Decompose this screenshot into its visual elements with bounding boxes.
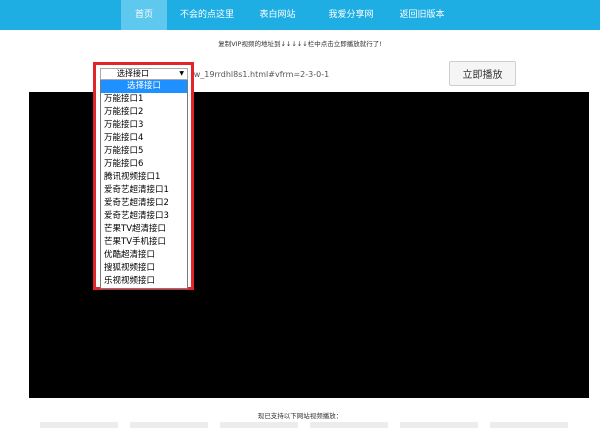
interface-options-list: 选择接口 万能接口1 万能接口2 万能接口3 万能接口4 万能接口5 万能接口6… <box>100 80 188 289</box>
supported-sites-strip <box>40 422 580 428</box>
nav-item-help[interactable]: 不会的点这里 <box>172 0 242 30</box>
nav-item-share[interactable]: 我爱分享网 <box>318 0 384 30</box>
option-sohu[interactable]: 搜狐视频接口 <box>101 262 187 275</box>
option-tencent-1[interactable]: 腾讯视频接口1 <box>101 171 187 184</box>
option-mango-hd[interactable]: 芒果TV超清接口 <box>101 223 187 236</box>
option-iqiyi-hd-3[interactable]: 爱奇艺超清接口3 <box>101 210 187 223</box>
option-mango-mobile[interactable]: 芒果TV手机接口 <box>101 236 187 249</box>
option-youku-hd[interactable]: 优酷超清接口 <box>101 249 187 262</box>
option-universal-6[interactable]: 万能接口6 <box>101 158 187 171</box>
option-iqiyi-hd-1[interactable]: 爱奇艺超清接口1 <box>101 184 187 197</box>
option-universal-5[interactable]: 万能接口5 <box>101 145 187 158</box>
supported-sites-label: 现已支持以下网站视频播放： <box>257 412 343 420</box>
option-universal-1[interactable]: 万能接口1 <box>101 93 187 106</box>
nav-item-confession[interactable]: 表白网站 <box>250 0 305 30</box>
top-navbar: 首页 不会的点这里 表白网站 我爱分享网 返回旧版本 <box>0 0 600 30</box>
option-letv[interactable]: 乐视视频接口 <box>101 275 187 288</box>
interface-select-value: 选择接口 <box>117 69 149 78</box>
option-select-interface[interactable]: 选择接口 <box>101 80 187 93</box>
nav-item-old-version[interactable]: 返回旧版本 <box>392 0 452 30</box>
option-universal-2[interactable]: 万能接口2 <box>101 106 187 119</box>
interface-dropdown-highlight: 选择接口 ▼ 选择接口 万能接口1 万能接口2 万能接口3 万能接口4 万能接口… <box>93 62 194 290</box>
site-thumb[interactable] <box>130 422 208 428</box>
site-thumb[interactable] <box>310 422 388 428</box>
site-thumb[interactable] <box>40 422 118 428</box>
instruction-text: 复制VIP视频的地址到↓↓↓↓↓栏中点击立即播放就行了! <box>218 40 382 48</box>
option-universal-3[interactable]: 万能接口3 <box>101 119 187 132</box>
site-thumb[interactable] <box>220 422 298 428</box>
option-universal-4[interactable]: 万能接口4 <box>101 132 187 145</box>
site-thumb[interactable] <box>400 422 478 428</box>
interface-select[interactable]: 选择接口 ▼ <box>100 68 188 80</box>
option-iqiyi-hd-2[interactable]: 爱奇艺超清接口2 <box>101 197 187 210</box>
site-thumb[interactable] <box>490 422 568 428</box>
chevron-down-icon: ▼ <box>179 70 184 77</box>
play-now-button[interactable]: 立即播放 <box>449 61 516 86</box>
nav-item-home[interactable]: 首页 <box>121 0 167 30</box>
